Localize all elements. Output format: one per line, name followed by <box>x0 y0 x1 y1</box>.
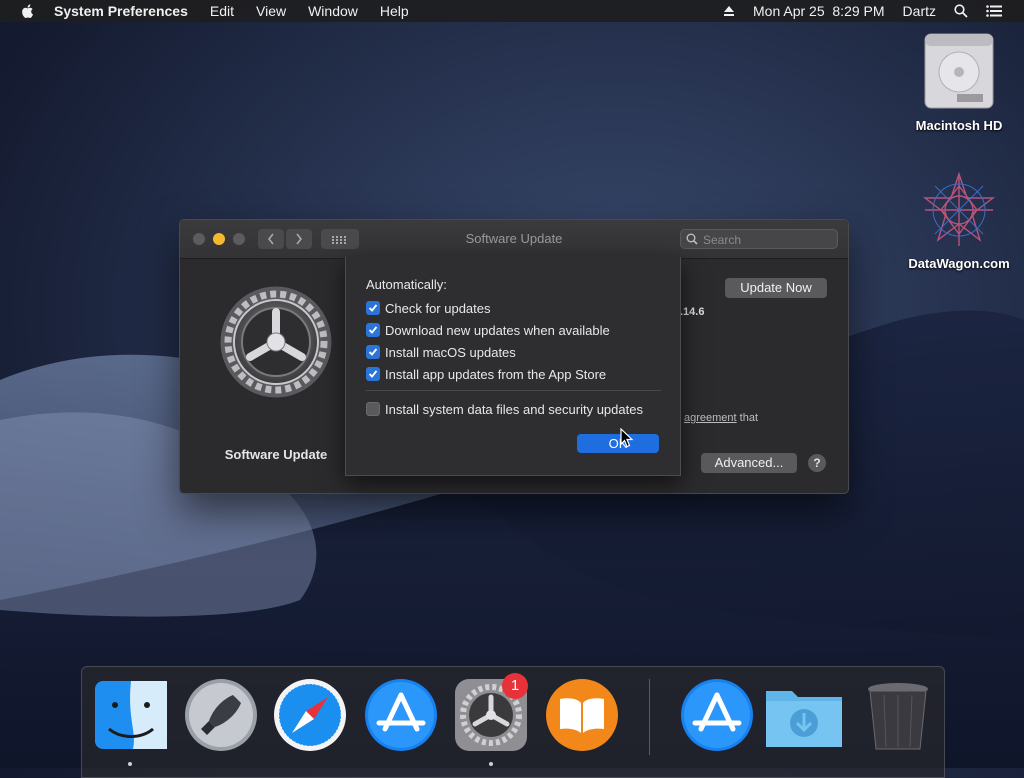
pane-label: Software Update <box>224 447 328 462</box>
checkmark-icon <box>368 370 378 378</box>
ok-button[interactable]: OK <box>577 434 659 453</box>
checkbox-checked[interactable] <box>366 367 380 381</box>
checkbox-checked[interactable] <box>366 301 380 315</box>
menu-window[interactable]: Window <box>308 3 358 19</box>
version-text: .14.6 <box>680 306 705 318</box>
menubar-clock[interactable]: Mon Apr 25 8:29 PM <box>753 3 885 19</box>
option-label: Install system data files and security u… <box>385 401 643 417</box>
pane-icon-area: Software Update <box>180 258 372 493</box>
license-agreement-link[interactable]: agreement <box>684 412 737 424</box>
running-indicator <box>489 762 493 766</box>
search-input[interactable] <box>701 231 835 249</box>
dock-app-store-downloads[interactable] <box>679 677 755 753</box>
option-install-system-data-files[interactable]: Install system data files and security u… <box>366 400 643 418</box>
notification-badge: 1 <box>502 673 528 699</box>
checkbox-unchecked[interactable] <box>366 402 380 416</box>
dock: 1 <box>81 666 945 778</box>
dock-separator <box>649 679 650 755</box>
notification-center-icon[interactable] <box>986 5 1002 17</box>
software-update-gear-icon <box>219 285 333 399</box>
checkbox-checked[interactable] <box>366 323 380 337</box>
dock-safari[interactable] <box>272 677 348 753</box>
desktop-icon-label: DataWagon.com <box>908 256 1010 271</box>
menu-edit[interactable]: Edit <box>210 3 234 19</box>
desktop-icon-datawagon[interactable]: DataWagon.com <box>904 170 1014 271</box>
spotlight-search-icon[interactable] <box>954 4 968 18</box>
checkbox-checked[interactable] <box>366 345 380 359</box>
checkmark-icon <box>368 326 378 334</box>
menu-app-name[interactable]: System Preferences <box>54 3 188 19</box>
option-label: Download new updates when available <box>385 322 610 338</box>
search-field[interactable] <box>680 229 838 249</box>
agreement-text: agreement that <box>684 412 758 424</box>
option-install-app-updates[interactable]: Install app updates from the App Store <box>366 365 606 383</box>
apple-menu-icon[interactable] <box>20 3 36 19</box>
dock-finder[interactable] <box>93 677 169 753</box>
option-install-macos-updates[interactable]: Install macOS updates <box>366 343 516 361</box>
mouse-cursor-icon <box>620 428 634 448</box>
option-label: Check for updates <box>385 300 491 316</box>
menu-help[interactable]: Help <box>380 3 409 19</box>
downloads-folder-icon <box>766 691 842 747</box>
window-titlebar[interactable]: Software Update <box>180 220 848 259</box>
ibooks-icon <box>546 679 618 751</box>
trash-icon <box>868 683 928 750</box>
checkmark-icon <box>368 304 378 312</box>
agreement-text-rest: that <box>736 412 758 424</box>
search-icon <box>686 233 698 245</box>
running-indicator <box>128 762 132 766</box>
option-label: Install macOS updates <box>385 344 516 360</box>
advanced-button[interactable]: Advanced... <box>701 453 797 473</box>
menubar-user[interactable]: Dartz <box>903 3 936 19</box>
dock-launchpad[interactable] <box>183 677 259 753</box>
desktop-icon-macintosh-hd[interactable]: Macintosh HD <box>904 32 1014 133</box>
datawagon-logo-icon <box>922 171 996 246</box>
finder-icon <box>95 681 167 749</box>
app-store-download-icon <box>681 679 753 751</box>
help-button[interactable]: ? <box>808 454 826 472</box>
option-check-for-updates[interactable]: Check for updates <box>366 299 491 317</box>
option-label: Install app updates from the App Store <box>385 366 607 382</box>
eject-icon[interactable] <box>723 5 735 17</box>
option-download-updates[interactable]: Download new updates when available <box>366 321 610 339</box>
dock-ibooks[interactable] <box>544 677 620 753</box>
desktop-icon-label: Macintosh HD <box>915 118 1003 133</box>
menu-bar: System Preferences Edit View Window Help… <box>0 0 1024 22</box>
dock-trash[interactable] <box>860 677 936 753</box>
update-now-button[interactable]: Update Now <box>725 278 827 298</box>
safari-compass-icon <box>274 679 346 751</box>
dock-app-store[interactable] <box>363 677 439 753</box>
sheet-divider <box>366 390 661 391</box>
hard-drive-icon <box>924 33 994 109</box>
checkmark-icon <box>368 348 378 356</box>
launchpad-rocket-icon <box>185 679 257 751</box>
dock-downloads-folder[interactable] <box>764 677 844 753</box>
sheet-heading: Automatically: <box>366 277 447 292</box>
app-store-icon <box>365 679 437 751</box>
menu-view[interactable]: View <box>256 3 286 19</box>
